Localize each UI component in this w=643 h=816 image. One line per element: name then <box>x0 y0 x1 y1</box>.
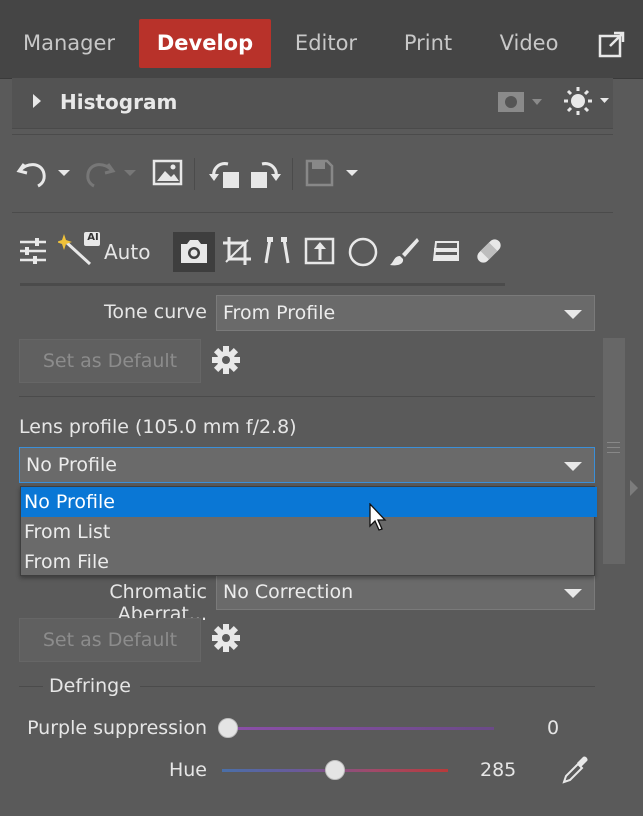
scrollbar[interactable] <box>603 338 625 564</box>
divider <box>140 686 595 687</box>
camera-icon <box>181 240 207 263</box>
defringe-title: Defringe <box>49 675 131 697</box>
external-window-icon[interactable] <box>598 30 626 58</box>
dropdown-option-from-list[interactable]: From List <box>21 517 597 547</box>
rotate-right-icon[interactable] <box>248 158 282 190</box>
toolbar-divider <box>194 158 195 190</box>
set-as-default-button: Set as Default <box>19 339 201 383</box>
eyedropper-icon[interactable] <box>560 754 592 786</box>
perspective-icon[interactable] <box>262 236 292 266</box>
tone-curve-label: Tone curve <box>103 301 207 323</box>
chromatic-aberration-select[interactable]: No Correction <box>216 574 595 610</box>
settings-sun-icon[interactable] <box>562 86 610 116</box>
divider <box>12 212 613 213</box>
chevron-down-icon <box>564 462 582 471</box>
gradient-icon[interactable] <box>430 236 464 266</box>
undo-icon[interactable] <box>16 158 76 188</box>
divider <box>19 396 595 397</box>
chromatic-aberration-value: No Correction <box>223 581 354 603</box>
hue-label: Hue <box>168 759 207 781</box>
hue-value[interactable]: 285 <box>480 759 516 781</box>
develop-panel: Histogram AI Auto Tone curve From Profil… <box>12 78 613 816</box>
expand-arrow-icon[interactable] <box>32 93 42 109</box>
rotate-left-icon[interactable] <box>208 158 242 190</box>
radial-mask-icon[interactable] <box>347 236 379 268</box>
magic-wand-icon[interactable] <box>58 230 108 268</box>
tab-print[interactable]: Print <box>395 19 461 68</box>
gear-icon[interactable] <box>210 344 242 376</box>
collapse-panel-arrow-icon[interactable] <box>628 478 640 498</box>
tab-video[interactable]: Video <box>489 19 569 68</box>
divider <box>19 686 43 687</box>
purple-suppression-knob[interactable] <box>218 718 238 738</box>
clipping-indicator-icon[interactable] <box>496 90 544 114</box>
healing-bandage-icon[interactable] <box>472 234 506 268</box>
lens-profile-dropdown-list: No Profile From List From File <box>20 486 597 577</box>
hue-knob[interactable] <box>325 760 345 780</box>
tone-curve-select[interactable]: From Profile <box>216 295 595 331</box>
dropdown-option-from-file[interactable]: From File <box>21 547 597 577</box>
tab-editor[interactable]: Editor <box>283 19 369 68</box>
ai-badge: AI <box>87 232 99 243</box>
scroll-shadow-divider <box>20 283 505 286</box>
purple-suppression-value[interactable]: 0 <box>547 717 559 739</box>
straighten-icon[interactable] <box>304 236 336 266</box>
sliders-icon[interactable] <box>18 236 48 266</box>
lens-profile-select[interactable]: No Profile <box>19 447 595 483</box>
purple-suppression-track[interactable] <box>228 727 494 730</box>
lens-tool-selected[interactable] <box>173 232 215 272</box>
tab-manager[interactable]: Manager <box>10 19 128 68</box>
chevron-down-icon <box>564 589 582 598</box>
histogram-title: Histogram <box>60 90 178 114</box>
lens-profile-label: Lens profile (105.0 mm f/2.8) <box>19 416 297 438</box>
divider <box>12 134 613 135</box>
mouse-cursor-icon <box>369 503 387 531</box>
module-tab-bar: Manager Develop Editor Print Video <box>0 0 643 79</box>
save-icon <box>305 159 358 187</box>
gear-icon[interactable] <box>210 622 242 654</box>
lens-profile-value: No Profile <box>26 454 117 476</box>
redo-icon <box>86 163 136 188</box>
purple-suppression-label: Purple suppression <box>27 717 207 739</box>
brush-icon[interactable] <box>388 236 420 268</box>
set-as-default-button: Set as Default <box>19 618 201 662</box>
image-compare-icon[interactable] <box>152 158 184 188</box>
auto-button[interactable]: Auto <box>104 240 150 264</box>
tab-develop[interactable]: Develop <box>139 19 271 68</box>
histogram-header[interactable]: Histogram <box>12 78 613 129</box>
dropdown-option-no-profile[interactable]: No Profile <box>21 487 597 517</box>
toolbar-divider <box>292 158 293 190</box>
tone-curve-value: From Profile <box>223 302 336 324</box>
chevron-down-icon <box>564 310 582 319</box>
crop-icon[interactable] <box>222 236 252 266</box>
